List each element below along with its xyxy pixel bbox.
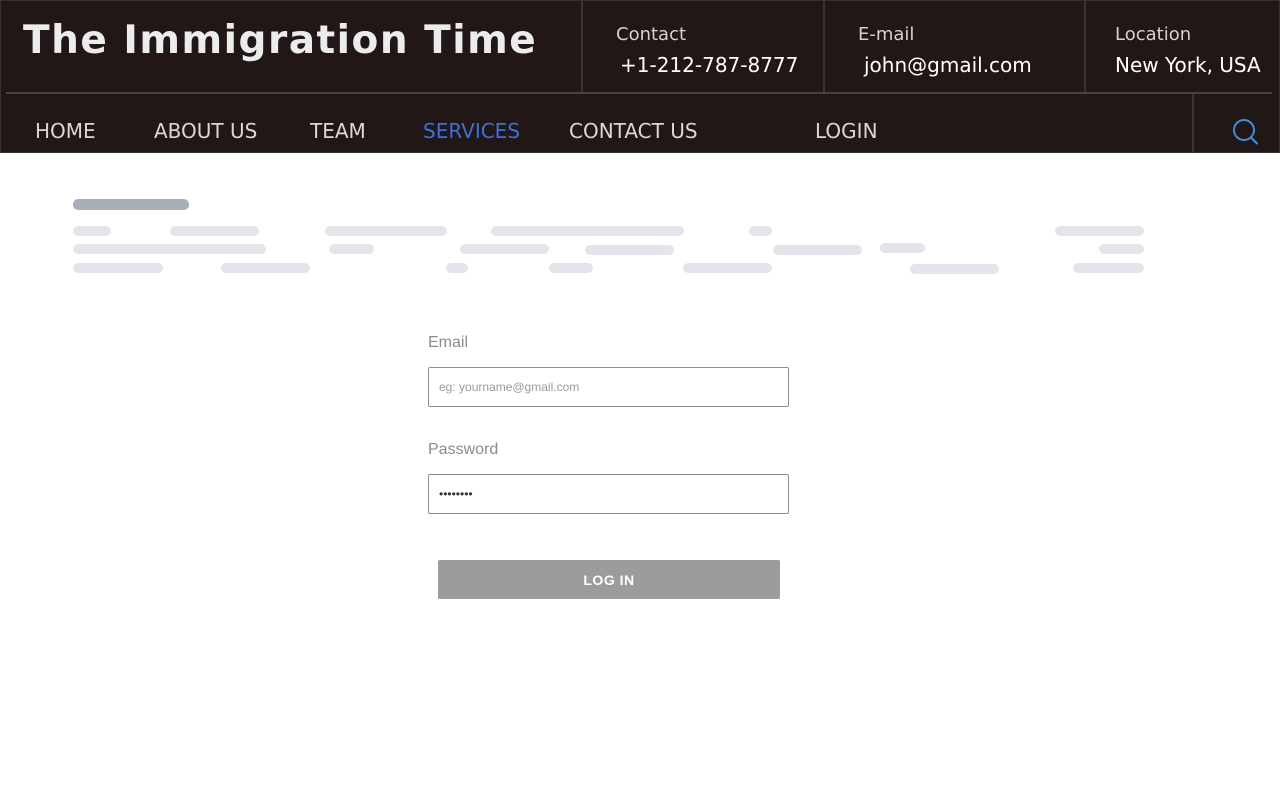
skeleton-line [491,226,684,236]
nav-login[interactable]: LOGIN [815,119,878,143]
skeleton-line [446,263,468,273]
skeleton-line [749,226,772,236]
email-label: E-mail [858,24,915,45]
skeleton-line [880,243,925,253]
site-brand[interactable]: The Immigration Time [23,18,537,63]
main-nav: HOME ABOUT US TEAM SERVICES CONTACT US L… [1,94,1279,152]
contact-email[interactable]: john@gmail.com [864,53,1032,77]
login-button[interactable]: LOG IN [438,560,780,599]
nav-divider [1192,94,1194,152]
password-input[interactable] [428,474,789,514]
skeleton-line [73,226,111,236]
skeleton-line [585,245,674,255]
skeleton-line [73,263,163,273]
skeleton-line [683,263,772,273]
skeleton-line [773,245,862,255]
skeleton-line [1055,226,1144,236]
skeleton-line [325,226,447,236]
skeleton-line [73,244,266,254]
header-divider [581,1,583,93]
nav-team[interactable]: TEAM [310,119,366,143]
nav-contact-us[interactable]: CONTACT US [569,119,698,143]
header-divider [1084,1,1086,93]
skeleton-line [329,244,374,254]
location-value: New York, USA [1115,53,1261,77]
location-label: Location [1115,24,1192,45]
email-input[interactable] [428,367,789,407]
nav-services[interactable]: SERVICES [423,119,520,143]
password-field-label: Password [428,441,499,458]
skeleton-line [460,244,549,254]
skeleton-line [170,226,259,236]
skeleton-line [1073,263,1144,273]
skeleton-line [1099,244,1144,254]
contact-label: Contact [616,24,687,45]
site-header: The Immigration Time Contact +1-212-787-… [0,0,1280,153]
nav-home[interactable]: HOME [35,119,96,143]
search-button[interactable] [1230,117,1260,147]
skeleton-title [73,199,189,210]
login-form: Email Password LOG IN [428,330,790,610]
search-icon [1233,119,1258,145]
header-top-row: The Immigration Time Contact +1-212-787-… [1,1,1279,93]
email-field-label: Email [428,334,469,351]
skeleton-line [549,263,593,273]
nav-about-us[interactable]: ABOUT US [154,119,257,143]
skeleton-line [910,264,999,274]
header-divider [823,1,825,93]
skeleton-line [221,263,310,273]
contact-phone[interactable]: +1-212-787-8777 [620,53,798,77]
